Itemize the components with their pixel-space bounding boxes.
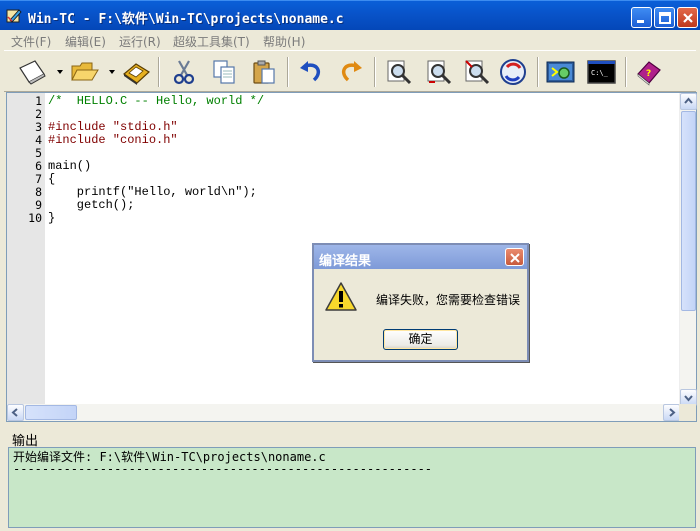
minimize-icon <box>637 20 644 23</box>
find-icon <box>387 60 412 85</box>
copy-icon <box>213 60 235 84</box>
warning-icon <box>324 281 358 313</box>
console-icon: C:\_ <box>587 60 616 84</box>
app-icon[interactable] <box>6 8 22 24</box>
undo-button[interactable] <box>294 55 328 89</box>
close-icon <box>683 13 693 23</box>
horizontal-scroll-thumb[interactable] <box>25 405 77 420</box>
copy-button[interactable] <box>207 55 241 89</box>
refresh-icon <box>500 59 526 85</box>
scrollbar-corner <box>679 404 696 421</box>
output-panel[interactable]: 开始编译文件: F:\软件\Win-TC\projects\noname.c -… <box>8 447 696 528</box>
chevron-right-icon <box>669 408 676 417</box>
code-line[interactable]: /* HELLO.C -- Hello, world */ <box>48 95 264 108</box>
menu-run[interactable]: 运行(R) <box>119 33 161 50</box>
find-next-button[interactable] <box>422 55 456 89</box>
svg-text:?: ? <box>646 69 651 79</box>
svg-text:C:\_: C:\_ <box>591 69 609 77</box>
dialog-title: 编译结果 <box>319 254 372 269</box>
toolbar-separator <box>625 57 627 87</box>
scissors-icon <box>173 60 195 85</box>
compile-result-dialog: 编译结果 编译失败，您需要检查错误 确定 <box>312 243 529 362</box>
save-file-button[interactable] <box>118 55 152 89</box>
compile-button[interactable] <box>543 55 577 89</box>
replace-icon <box>465 60 490 85</box>
dialog-close-button[interactable] <box>505 248 524 266</box>
close-icon <box>510 253 520 263</box>
chevron-up-icon <box>684 97 693 104</box>
ok-button[interactable]: 确定 <box>383 329 458 350</box>
scroll-left-button[interactable] <box>7 404 24 421</box>
find-next-icon <box>427 60 452 85</box>
maximize-icon <box>659 12 671 24</box>
dialog-title-bar: 编译结果 <box>314 245 527 269</box>
menu-edit[interactable]: 编辑(E) <box>65 33 106 50</box>
toolbar-separator <box>158 57 160 87</box>
dialog-message: 编译失败，您需要检查错误 <box>376 293 521 307</box>
chevron-left-icon <box>11 408 18 417</box>
toolbar-separator <box>287 57 289 87</box>
close-button[interactable] <box>677 7 698 28</box>
new-file-button[interactable] <box>14 55 48 89</box>
scroll-right-button[interactable] <box>663 404 680 421</box>
menu-bar: 文件(F) 编辑(E) 运行(R) 超级工具集(T) 帮助(H) <box>0 30 700 50</box>
paste-button[interactable] <box>247 55 281 89</box>
menu-file[interactable]: 文件(F) <box>11 33 51 50</box>
chevron-down-icon <box>684 395 693 402</box>
minimize-button[interactable] <box>631 7 652 28</box>
code-line[interactable]: getch(); <box>48 199 135 212</box>
window-title: Win-TC - F:\软件\Win-TC\projects\noname.c <box>28 12 344 27</box>
toolbar-separator <box>537 57 539 87</box>
folder-icon <box>71 62 99 81</box>
menu-help[interactable]: 帮助(H) <box>263 33 305 50</box>
code-line[interactable]: } <box>48 212 55 225</box>
toolbar: C:\_ ? <box>4 50 696 92</box>
toolbar-separator <box>374 57 376 87</box>
paste-icon <box>253 60 275 84</box>
refresh-button[interactable] <box>496 55 530 89</box>
vertical-scroll-thumb[interactable] <box>681 111 696 311</box>
undo-icon <box>300 61 321 82</box>
new-file-dropdown-icon[interactable] <box>57 70 63 74</box>
open-file-button[interactable] <box>67 55 101 89</box>
line-number-gutter: 1 2 3 4 5 6 7 8 9 10 <box>7 93 45 406</box>
help-book-button[interactable]: ? <box>632 55 666 89</box>
maximize-button[interactable] <box>654 7 675 28</box>
code-line[interactable]: #include "conio.h" <box>48 134 178 147</box>
disk-icon <box>123 63 150 85</box>
redo-icon <box>341 61 362 82</box>
scroll-up-button[interactable] <box>680 93 697 110</box>
new-page-icon <box>19 60 46 85</box>
output-line: ----------------------------------------… <box>13 462 433 476</box>
vertical-scrollbar[interactable] <box>679 93 697 406</box>
replace-button[interactable] <box>460 55 494 89</box>
compile-icon <box>546 61 575 83</box>
open-file-dropdown-icon[interactable] <box>109 70 115 74</box>
title-bar: Win-TC - F:\软件\Win-TC\projects\noname.c <box>0 0 700 30</box>
find-button[interactable] <box>382 55 416 89</box>
menu-tools[interactable]: 超级工具集(T) <box>173 33 250 50</box>
console-button[interactable]: C:\_ <box>584 55 618 89</box>
redo-button[interactable] <box>334 55 368 89</box>
horizontal-scrollbar[interactable] <box>7 404 680 421</box>
cut-button[interactable] <box>167 55 201 89</box>
line-number: 10 <box>28 211 42 225</box>
help-book-icon: ? <box>637 61 661 86</box>
